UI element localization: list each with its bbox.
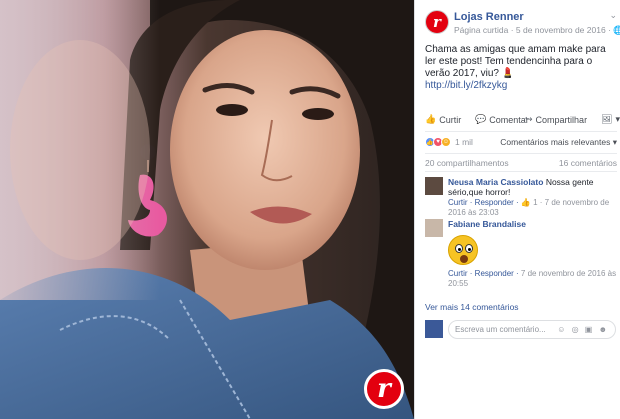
comment-sort-dropdown[interactable]: Comentários mais relevantes ▾ bbox=[500, 137, 617, 148]
comment-actions[interactable]: Curtir · Responder · bbox=[448, 198, 521, 207]
like-label: Curtir bbox=[439, 114, 462, 125]
shocked-face-sticker bbox=[448, 235, 478, 265]
sticker-mouth bbox=[460, 255, 468, 263]
comment-actions[interactable]: Curtir · Responder · bbox=[448, 269, 521, 278]
share-icon: ↪ bbox=[525, 114, 533, 124]
globe-icon: 🌐 bbox=[613, 25, 620, 35]
share-menu-chevron: ▾ bbox=[615, 114, 620, 124]
brand-logo: r bbox=[364, 369, 404, 409]
comment-input[interactable]: Escreva um comentário... ☺ ◎ ▣ ☻ bbox=[448, 320, 616, 339]
comment-meta: Curtir · Responder · 7 de novembro de 20… bbox=[448, 269, 618, 289]
share-button[interactable]: ↪ Compartilhar bbox=[525, 114, 587, 125]
thumbs-up-icon: 👍 bbox=[425, 114, 437, 124]
post-header: r Lojas Renner Página curtida · 5 de nov… bbox=[425, 8, 620, 38]
page-name[interactable]: Lojas Renner bbox=[454, 11, 524, 23]
post-meta: Página curtida · 5 de novembro de 2016 ·… bbox=[454, 25, 620, 36]
share-menu-button[interactable]: 🖼 ▾ bbox=[601, 114, 620, 125]
haha-reaction-icon: ☺ bbox=[441, 137, 451, 147]
divider bbox=[425, 153, 617, 154]
comment-label: Comentar bbox=[489, 114, 529, 125]
comment-meta: Curtir · Responder · 👍 1 · 7 de novembro… bbox=[448, 198, 618, 218]
avatar[interactable] bbox=[425, 219, 443, 237]
comment-body: Fabiane Brandalise Curtir · Responder · … bbox=[448, 219, 618, 289]
chevron-down-icon[interactable]: ⌄ bbox=[609, 10, 617, 21]
divider bbox=[425, 171, 617, 172]
post-meta-text: Página curtida · 5 de novembro de 2016 · bbox=[454, 25, 614, 35]
reaction-count[interactable]: 1 mil bbox=[455, 137, 473, 147]
view-more-comments-link[interactable]: Ver mais 14 comentários bbox=[425, 302, 519, 312]
post-sidebar: r Lojas Renner Página curtida · 5 de nov… bbox=[414, 0, 620, 419]
post-body: Chama as amigas que amam make para ler e… bbox=[425, 44, 615, 92]
comment-placeholder: Escreva um comentário... bbox=[455, 325, 546, 334]
like-button[interactable]: 👍 Curtir bbox=[425, 114, 461, 125]
shares-count[interactable]: 20 compartilhamentos bbox=[425, 158, 509, 168]
comments-count[interactable]: 16 comentários bbox=[559, 158, 617, 168]
comment-author[interactable]: Fabiane Brandalise bbox=[448, 219, 526, 229]
comment-author[interactable]: Neusa Maria Cassiolato bbox=[448, 177, 543, 187]
comment-body: Neusa Maria Cassiolato Nossa gente sério… bbox=[448, 177, 618, 218]
portrait-illustration bbox=[0, 0, 414, 419]
comment-button[interactable]: 💬 Comentar bbox=[475, 114, 529, 125]
page-avatar[interactable]: r bbox=[425, 10, 449, 34]
comment-icon: 💬 bbox=[475, 114, 487, 124]
write-comment: Escreva um comentário... ☺ ◎ ▣ ☻ bbox=[425, 320, 617, 340]
image-icon: 🖼 bbox=[601, 114, 613, 124]
sticker-eye bbox=[455, 244, 463, 253]
comment-input-icons[interactable]: ☺ ◎ ▣ ☻ bbox=[557, 325, 609, 334]
avatar[interactable] bbox=[425, 177, 443, 195]
post-text: Chama as amigas que amam make para ler e… bbox=[425, 44, 606, 79]
avatar[interactable] bbox=[425, 320, 443, 338]
share-label: Compartilhar bbox=[535, 114, 588, 125]
comment-likes[interactable]: 👍 1 bbox=[521, 198, 538, 207]
reactions-bar: 👍 ♥ ☺ 1 mil Comentários mais relevantes … bbox=[425, 136, 617, 150]
post-link[interactable]: http://bit.ly/2fkzykg bbox=[425, 80, 615, 92]
divider bbox=[425, 131, 617, 132]
post-photo[interactable]: r bbox=[0, 0, 414, 419]
post-actions: 👍 Curtir 💬 Comentar ↪ Compartilhar 🖼 ▾ bbox=[425, 114, 620, 128]
reaction-icons[interactable]: 👍 ♥ ☺ bbox=[425, 137, 451, 147]
sticker-eye bbox=[465, 244, 473, 253]
